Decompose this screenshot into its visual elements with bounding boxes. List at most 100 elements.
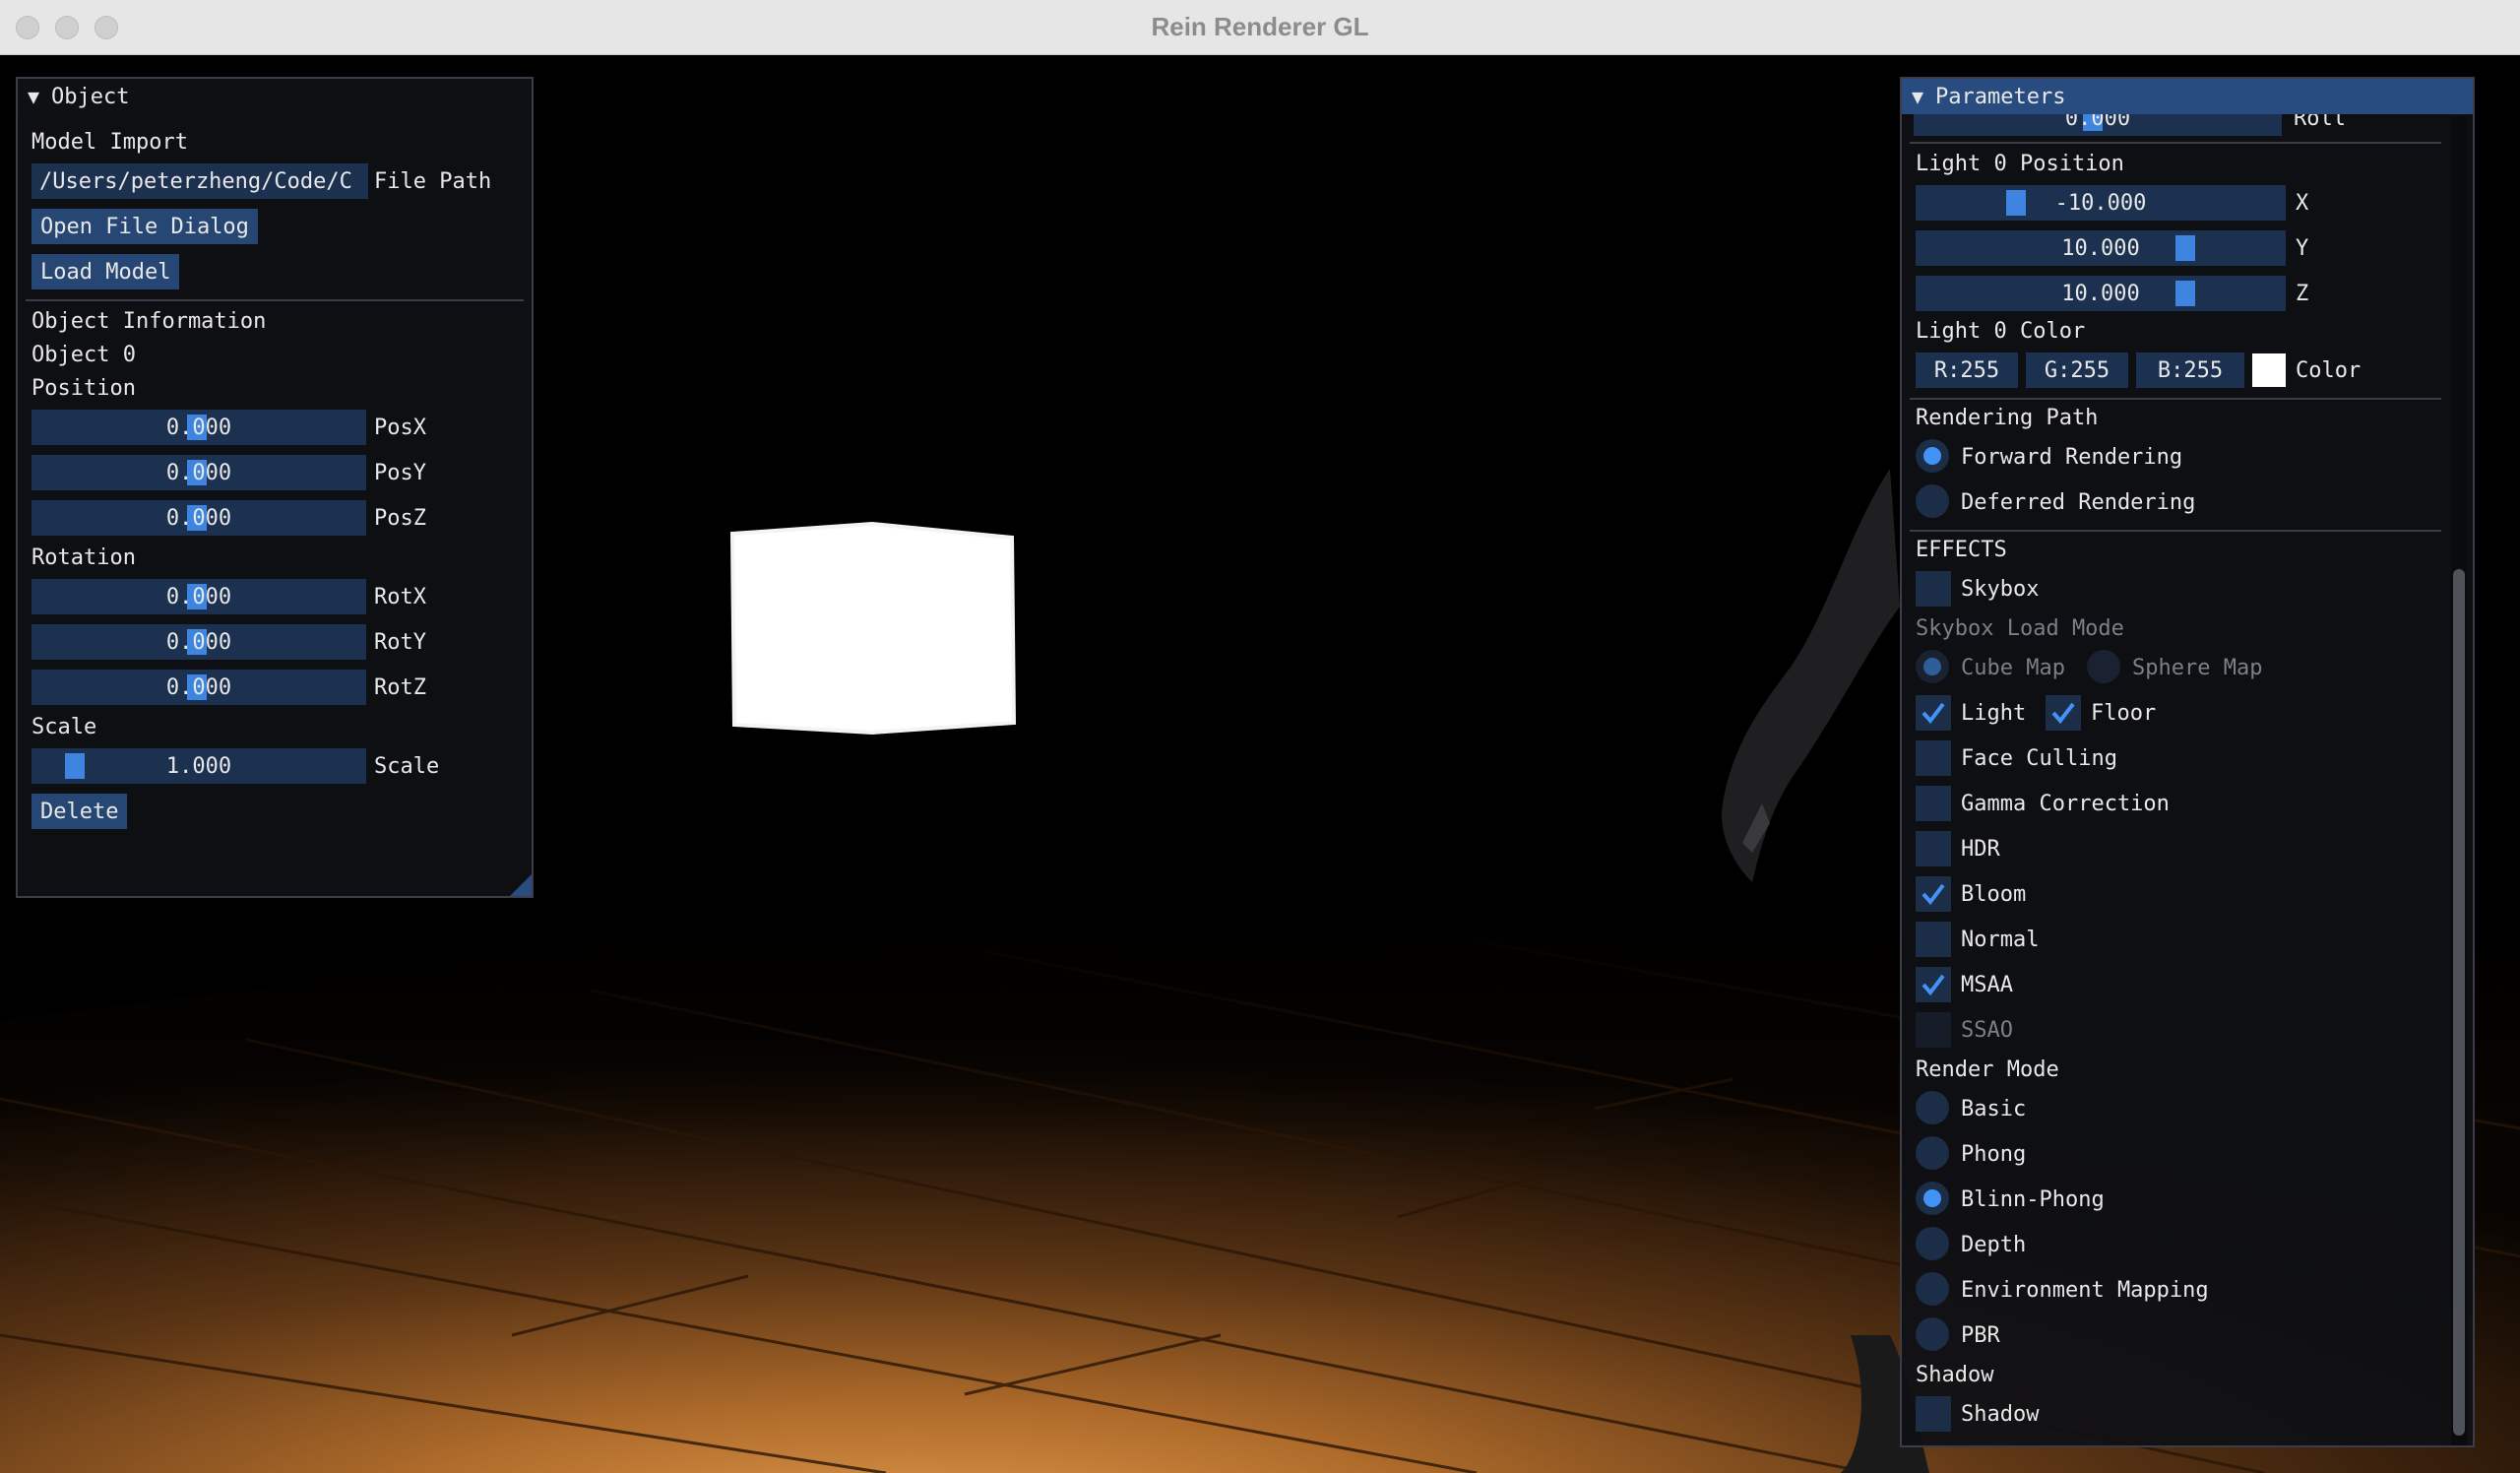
skybox-load-mode-label: Skybox Load Mode [1916,616,2124,641]
roll-value: 0.000 [2064,114,2131,131]
slider-grab[interactable] [2175,281,2195,306]
gamma-correction-label: Gamma Correction [1961,792,2170,816]
shadow-section-label: Shadow [1916,1363,1994,1387]
roty-slider[interactable]: 0.000 [32,624,366,660]
bloom-checkbox[interactable] [1916,876,1951,912]
deferred-rendering-radio[interactable] [1916,484,1949,518]
object-information-label: Object Information [32,309,267,334]
file-path-label: File Path [374,169,492,194]
depth-label: Depth [1961,1233,2027,1257]
slider-grab[interactable] [2006,190,2026,216]
parameters-panel-title: Parameters [1935,84,2066,109]
basic-radio[interactable] [1916,1091,1949,1124]
object-panel-title: Object [51,84,130,109]
deferred-rendering-label: Deferred Rendering [1961,490,2196,515]
rotx-slider[interactable]: 0.000 [32,579,366,614]
environment-mapping-label: Environment Mapping [1961,1278,2209,1303]
title-bar: Rein Renderer GL [0,0,2520,55]
bloom-label: Bloom [1961,882,2027,907]
checkmark-icon [1922,702,1945,725]
depth-radio[interactable] [1916,1227,1949,1260]
roty-label: RotY [374,630,426,655]
separator [26,299,524,301]
skybox-checkbox[interactable] [1916,571,1951,607]
clipped-row: 0.000 Roll [1902,114,2453,136]
scale-label: Scale [32,715,97,739]
cube-map-radio[interactable] [1916,650,1949,683]
rotz-slider[interactable]: 0.000 [32,670,366,705]
color-g-field[interactable]: G:255 [2026,352,2128,388]
gamma-correction-checkbox[interactable] [1916,786,1951,821]
msaa-checkbox[interactable] [1916,967,1951,1002]
light-x-slider[interactable]: -10.000 [1916,185,2286,221]
msaa-label: MSAA [1961,973,2013,997]
posy-label: PosY [374,461,426,485]
pbr-radio[interactable] [1916,1317,1949,1351]
color-r-field[interactable]: R:255 [1916,352,2018,388]
rotz-label: RotZ [374,675,426,700]
light-z-label: Z [2296,282,2309,306]
ssao-checkbox[interactable] [1916,1012,1951,1048]
file-path-input[interactable]: /Users/peterzheng/Code/C [32,163,368,199]
load-model-button[interactable]: Load Model [32,254,180,289]
blinn-phong-radio[interactable] [1916,1182,1949,1215]
model-import-label: Model Import [32,130,188,155]
checkmark-icon [1922,883,1945,906]
light-position-label: Light 0 Position [1916,152,2124,176]
open-file-dialog-button[interactable]: Open File Dialog [32,209,258,244]
rotx-value: 0.000 [165,584,232,609]
slider-grab[interactable] [2175,235,2195,261]
delete-button[interactable]: Delete [32,794,128,829]
shadow-checkbox[interactable] [1916,1396,1951,1432]
parameters-panel-header[interactable]: ▼ Parameters [1902,79,2473,114]
triangle-down-icon[interactable]: ▼ [28,85,39,108]
ssao-label: SSAO [1961,1018,2013,1043]
cube-map-label: Cube Map [1961,656,2065,680]
scrollbar-thumb[interactable] [2453,569,2465,1436]
environment-mapping-radio[interactable] [1916,1272,1949,1306]
posz-slider[interactable]: 0.000 [32,500,366,536]
light-z-value: 10.000 [2061,281,2140,306]
separator [1910,398,2441,400]
posy-slider[interactable]: 0.000 [32,455,366,490]
rendering-path-label: Rendering Path [1916,406,2099,430]
roll-slider[interactable]: 0.000 [1914,114,2282,136]
scale-field-label: Scale [374,754,440,779]
light-color-label: Light 0 Color [1916,319,2086,344]
shadow-label: Shadow [1961,1402,2040,1427]
slider-grab[interactable] [65,753,85,779]
object-panel[interactable]: ▼ Object Model Import /Users/peterzheng/… [16,77,534,898]
posx-slider[interactable]: 0.000 [32,410,366,445]
triangle-down-icon[interactable]: ▼ [1912,85,1923,108]
phong-radio[interactable] [1916,1136,1949,1170]
object-name: Object 0 [32,343,136,367]
scale-slider[interactable]: 1.000 [32,748,366,784]
checkmark-icon [2051,702,2075,725]
normal-checkbox[interactable] [1916,922,1951,957]
light-checkbox[interactable] [1916,695,1951,731]
parameters-panel[interactable]: ▼ Parameters 0.000 Roll Light 0 Position… [1900,77,2475,1447]
resize-grip-icon[interactable] [510,874,532,896]
file-path-value: /Users/peterzheng/Code/C [39,168,352,194]
forward-rendering-radio[interactable] [1916,439,1949,473]
window-title: Rein Renderer GL [1151,12,1369,41]
posy-value: 0.000 [165,460,232,485]
light-x-value: -10.000 [2054,190,2147,216]
light-y-slider[interactable]: 10.000 [1916,230,2286,266]
render-mode-label: Render Mode [1916,1057,2059,1082]
normal-label: Normal [1961,928,2040,952]
scrollbar[interactable] [2451,116,2467,1445]
rotx-label: RotX [374,585,426,609]
face-culling-checkbox[interactable] [1916,740,1951,776]
sphere-map-radio[interactable] [2087,650,2120,683]
light-z-slider[interactable]: 10.000 [1916,276,2286,311]
hdr-checkbox[interactable] [1916,831,1951,866]
object-panel-header[interactable]: ▼ Object [18,79,532,114]
posz-label: PosZ [374,506,426,531]
floor-checkbox[interactable] [2046,695,2081,731]
color-b-field[interactable]: B:255 [2136,352,2244,388]
floor-toggle-label: Floor [2091,701,2157,726]
posx-label: PosX [374,416,426,440]
color-swatch[interactable] [2252,353,2286,387]
forward-rendering-label: Forward Rendering [1961,445,2183,470]
